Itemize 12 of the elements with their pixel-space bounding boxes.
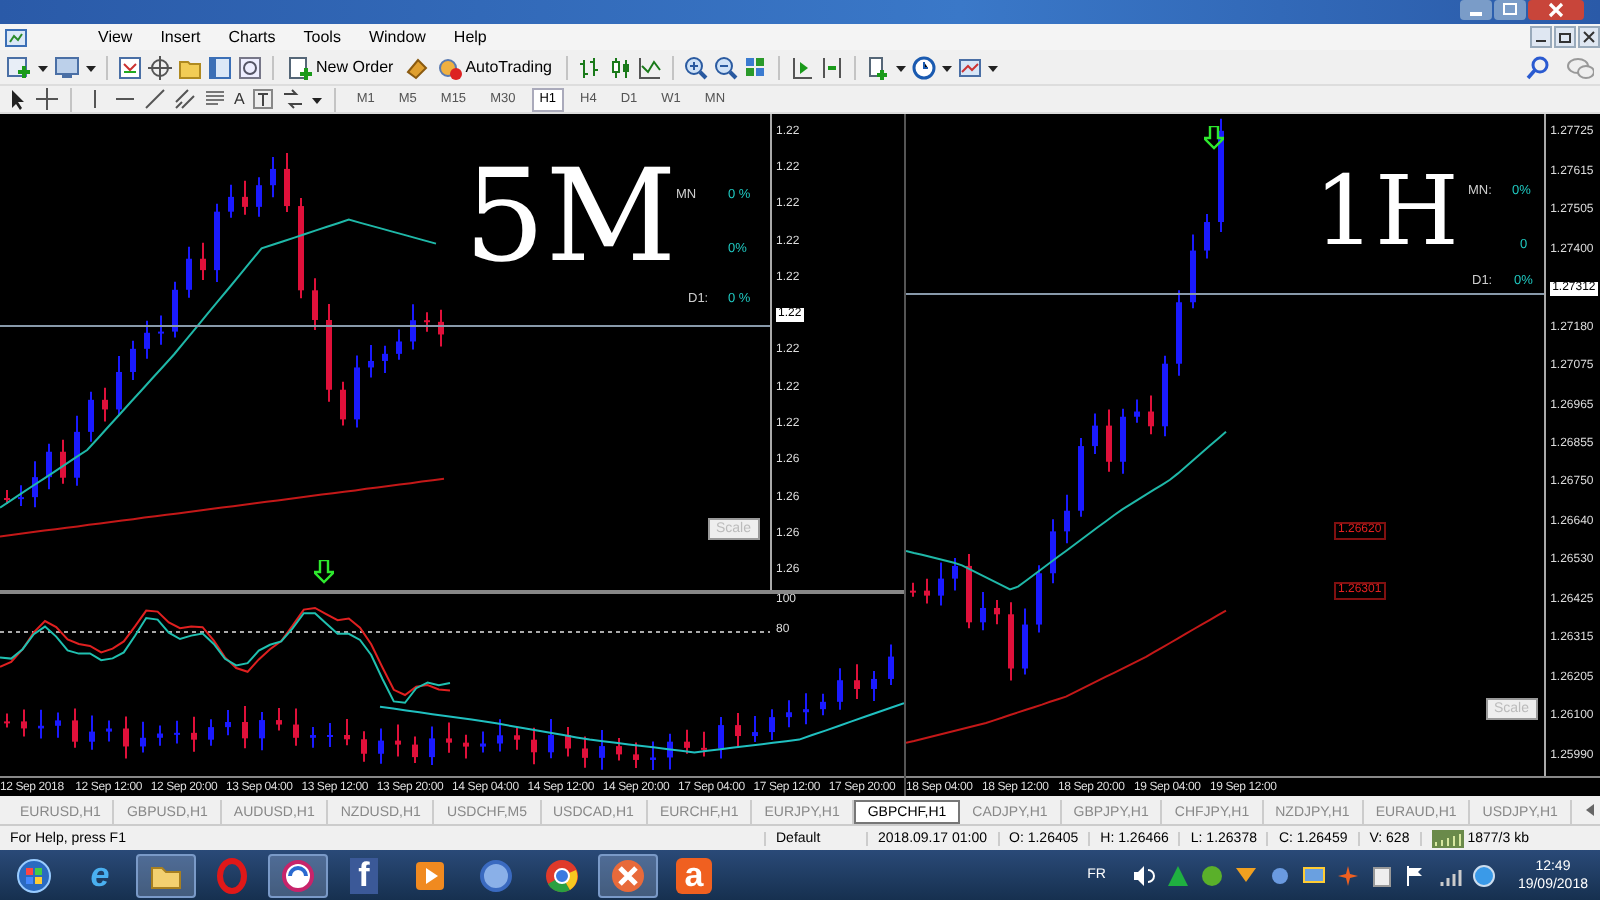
new-order-button[interactable]: New Order <box>284 55 398 79</box>
menu-item[interactable]: Help <box>439 28 501 46</box>
menu-item[interactable]: Charts <box>214 28 290 46</box>
menu-item[interactable]: View <box>84 28 147 46</box>
taskbar-button[interactable]: e <box>70 853 130 897</box>
menu-item[interactable]: Window <box>354 28 440 46</box>
menu-item[interactable]: Tools <box>289 28 355 46</box>
menu-item[interactable]: Insert <box>146 28 215 46</box>
text-tool[interactable]: A <box>234 90 245 108</box>
taskbar-button[interactable]: f <box>334 853 394 897</box>
handwritten-annotation: 1H <box>1312 164 1461 260</box>
autotrading-button[interactable]: AutoTrading <box>433 55 556 79</box>
